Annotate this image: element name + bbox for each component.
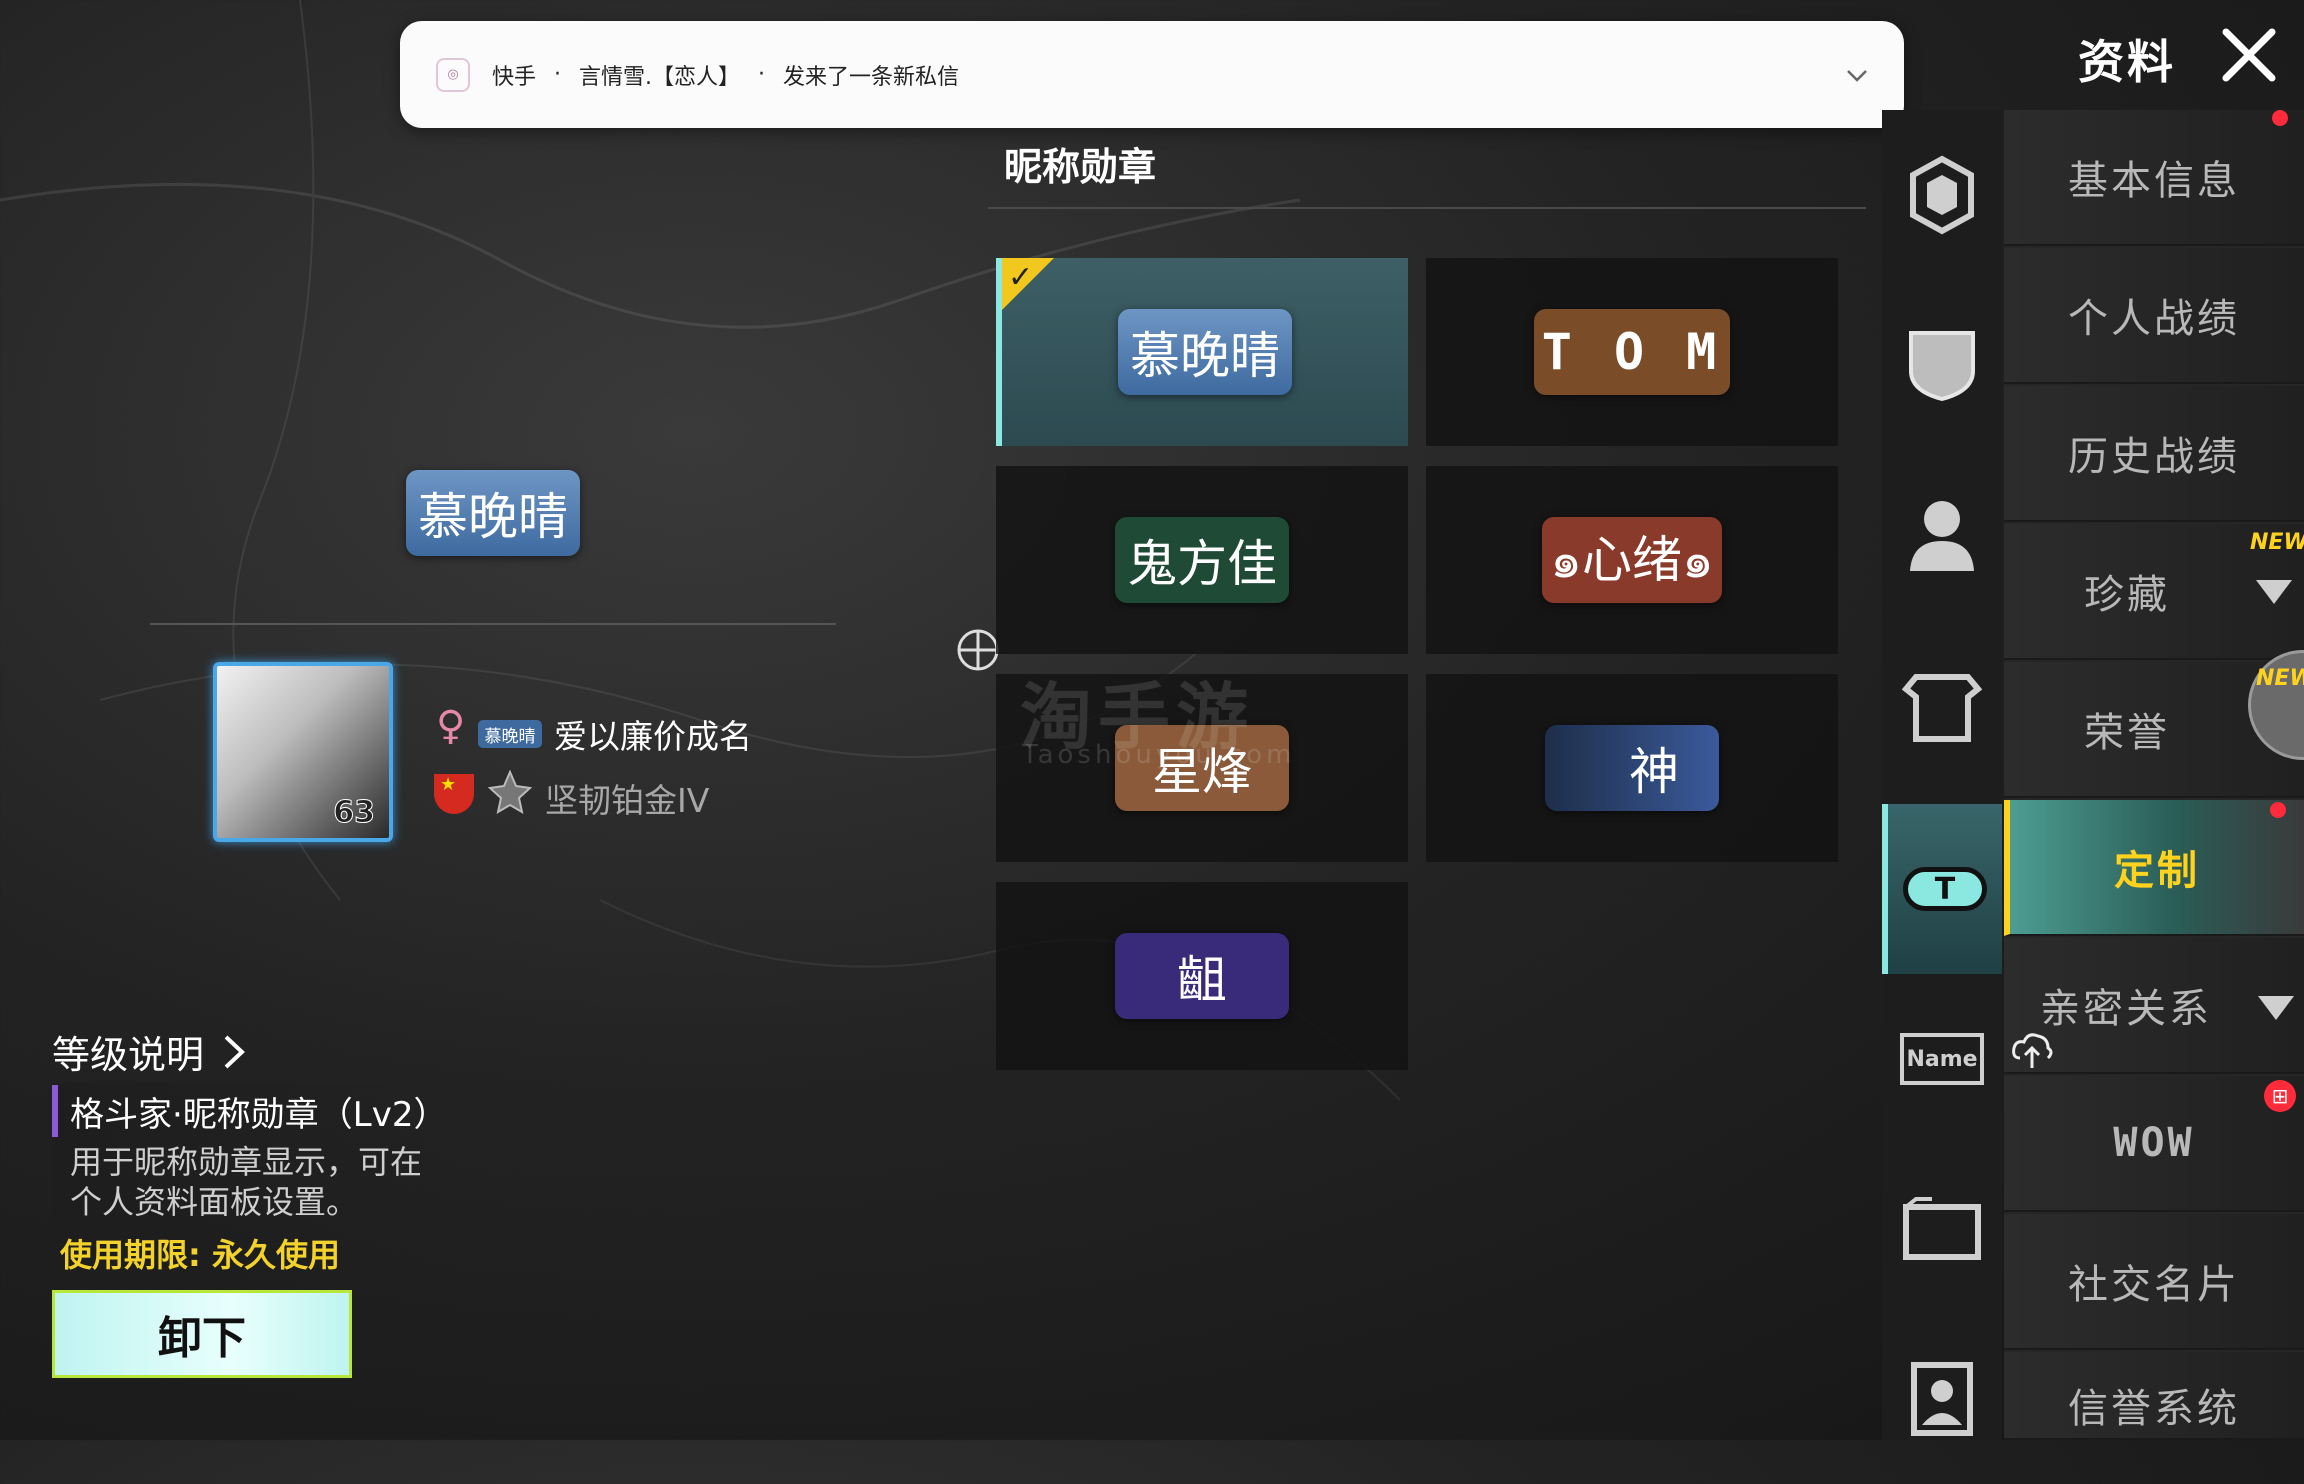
nickname-badge: ๑心绪๑ (1542, 517, 1722, 603)
rank-icon (488, 770, 532, 814)
divider (150, 623, 836, 625)
t-badge-label: T (1934, 871, 1956, 907)
notification-dot (2270, 802, 2286, 818)
nickname-badge: 齟 (1115, 933, 1289, 1019)
section-title: 昵称勋章 (1004, 145, 1157, 189)
nickname-badge: 慕晚晴 (1118, 309, 1292, 395)
icon-tab-profile[interactable] (1882, 450, 2002, 620)
badge-cell[interactable]: T O M (1426, 258, 1838, 446)
icon-tab-nickname[interactable]: T (1882, 804, 2002, 974)
divider (988, 207, 1866, 209)
rank-text: 坚韧铂金IV (545, 781, 710, 820)
shield-icon (1909, 331, 1975, 402)
notification-message: 发来了一条新私信 (783, 64, 960, 90)
mini-nickname-badge: 慕晚晴 (478, 720, 542, 748)
id-card-icon (1911, 1362, 1973, 1436)
notification-dot (2272, 110, 2288, 126)
badge-cell[interactable]: 齟 (996, 882, 1408, 1070)
nickname-badge-preview: 慕晚晴 (406, 470, 580, 556)
cloud-upload-icon[interactable] (2010, 1030, 2054, 1070)
avatar-level: 63 (333, 795, 376, 831)
shirt-icon (1902, 674, 1982, 742)
icon-tab-shield[interactable] (1882, 280, 2002, 450)
icon-tab-nameplate[interactable]: Name (1882, 974, 2002, 1144)
notification-banner[interactable]: ◎ 快手 · 言情雪.【恋人】 · 发来了一条新私信 (400, 21, 1904, 128)
check-icon: ✓ (1008, 260, 1034, 295)
unequip-button[interactable]: 卸下 (52, 1290, 352, 1378)
kuaishou-icon: ◎ (436, 57, 470, 92)
menu-item-social-card[interactable]: 社交名片 (2004, 1214, 2304, 1350)
crosshair-icon[interactable] (955, 627, 1001, 673)
menu-item-credit[interactable]: 信誉系统 (2004, 1352, 2304, 1440)
close-icon[interactable] (2220, 26, 2278, 84)
chevron-right-icon (224, 1035, 245, 1068)
nickname-badge: 神 (1545, 725, 1719, 811)
level-link-label: 等级说明 (52, 1033, 205, 1077)
notification-sender: 言情雪.【恋人】 (579, 64, 741, 90)
nameplate-icon: Name (1900, 1033, 1984, 1085)
menu-item-history-stats[interactable]: 历史战绩 (2004, 386, 2304, 522)
t-badge-icon: T (1903, 867, 1987, 911)
badge-cell[interactable]: 鬼方佳 (996, 466, 1408, 654)
item-title: 格斗家·昵称勋章（Lv2） (52, 1085, 448, 1137)
badge-cell[interactable]: ✓ 慕晚晴 (996, 258, 1408, 446)
expand-icon[interactable] (2256, 580, 2292, 604)
gift-icon[interactable]: ⊞ (2264, 1080, 2296, 1112)
female-icon: ♀ (436, 703, 466, 749)
avatar[interactable]: 63 (213, 662, 393, 842)
icon-tab-credit[interactable] (1882, 1314, 2002, 1484)
watermark-sub: Taoshouyou.com (1022, 740, 1296, 770)
new-tag: NEW (2250, 530, 2304, 555)
folder-icon (1903, 1197, 1981, 1260)
emblem-icon (1910, 155, 1974, 235)
item-description: 用于昵称勋章显示，可在个人资料面板设置。 (70, 1143, 423, 1221)
icon-tab-outfit[interactable] (1882, 620, 2002, 790)
person-icon (1910, 501, 1974, 571)
item-expiry: 使用期限: 永久使用 (60, 1236, 340, 1274)
notification-separator: · (758, 62, 766, 87)
badge-cell[interactable]: ๑心绪๑ (1426, 466, 1838, 654)
notification-separator: · (554, 62, 562, 87)
badge-cell[interactable]: 神 (1426, 674, 1838, 862)
expand-icon[interactable] (2258, 996, 2294, 1020)
nameplate-label: Name (1906, 1046, 1978, 1072)
menu-item-wow[interactable]: WOW (2004, 1076, 2304, 1212)
notification-app: 快手 (492, 64, 537, 90)
chevron-down-icon[interactable] (1846, 64, 1868, 86)
china-flag-icon: ★ (434, 774, 474, 814)
player-name: 爱以廉价成名 (554, 717, 752, 756)
level-explanation-link[interactable]: 等级说明 (52, 1024, 246, 1079)
new-tag: NEW (2256, 666, 2304, 691)
page-title: 资料 (2078, 35, 2176, 89)
nickname-badge: 鬼方佳 (1115, 517, 1289, 603)
menu-item-basic-info[interactable]: 基本信息 (2004, 110, 2304, 246)
icon-tab-card[interactable] (1882, 1144, 2002, 1314)
nickname-badge: T O M (1533, 309, 1731, 395)
icon-tab-emblem[interactable] (1882, 110, 2002, 280)
menu-item-custom[interactable]: 定制 (2004, 800, 2304, 936)
menu-item-personal-stats[interactable]: 个人战绩 (2004, 248, 2304, 384)
